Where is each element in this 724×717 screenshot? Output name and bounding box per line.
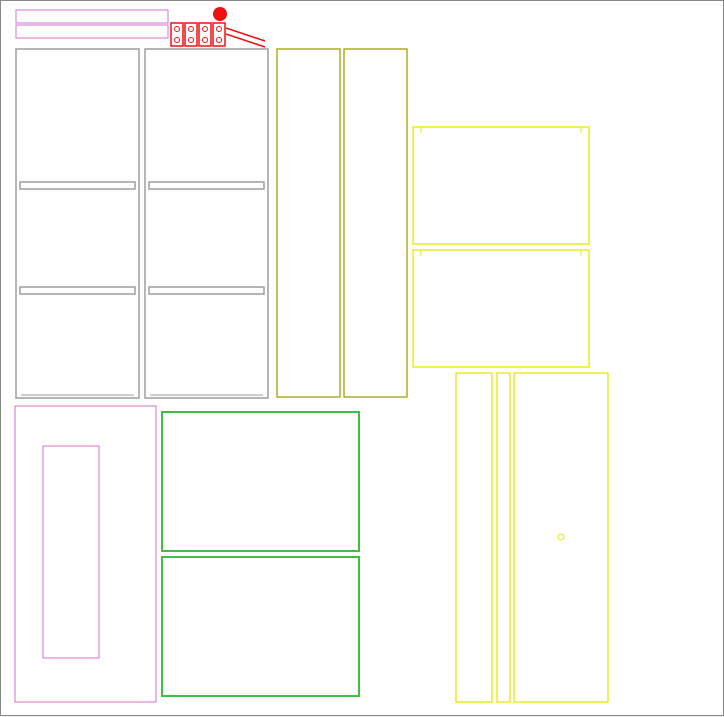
green-box-0 <box>162 412 359 551</box>
red-hole <box>203 38 208 43</box>
red-dot <box>213 7 227 21</box>
red-hole <box>175 27 180 32</box>
vector-layout <box>1 1 724 717</box>
red-hole <box>189 38 194 43</box>
yellow-panel-0 <box>413 127 589 244</box>
gray-shelf <box>20 182 135 189</box>
red-hole <box>217 38 222 43</box>
magenta-inner <box>43 446 99 658</box>
red-hole <box>175 38 180 43</box>
red-hole <box>203 27 208 32</box>
yellow-hole <box>558 534 564 540</box>
olive-column-0 <box>277 49 340 397</box>
red-hole <box>217 27 222 32</box>
drawing-canvas[interactable] <box>0 0 724 716</box>
yellow-panel-1 <box>413 250 589 367</box>
red-hole <box>189 27 194 32</box>
gray-shelf <box>149 182 264 189</box>
yellow-column-0 <box>456 373 492 702</box>
gray-shelf <box>20 287 135 294</box>
gray-shelf <box>149 287 264 294</box>
green-box-1 <box>162 557 359 696</box>
yellow-column-2 <box>514 373 608 702</box>
magenta-bar-0 <box>16 10 168 23</box>
olive-column-1 <box>344 49 407 397</box>
gray-cabinet-0 <box>16 49 139 398</box>
yellow-column-1 <box>497 373 510 702</box>
gray-cabinet-1 <box>145 49 268 398</box>
magenta-bar-1 <box>16 25 168 38</box>
